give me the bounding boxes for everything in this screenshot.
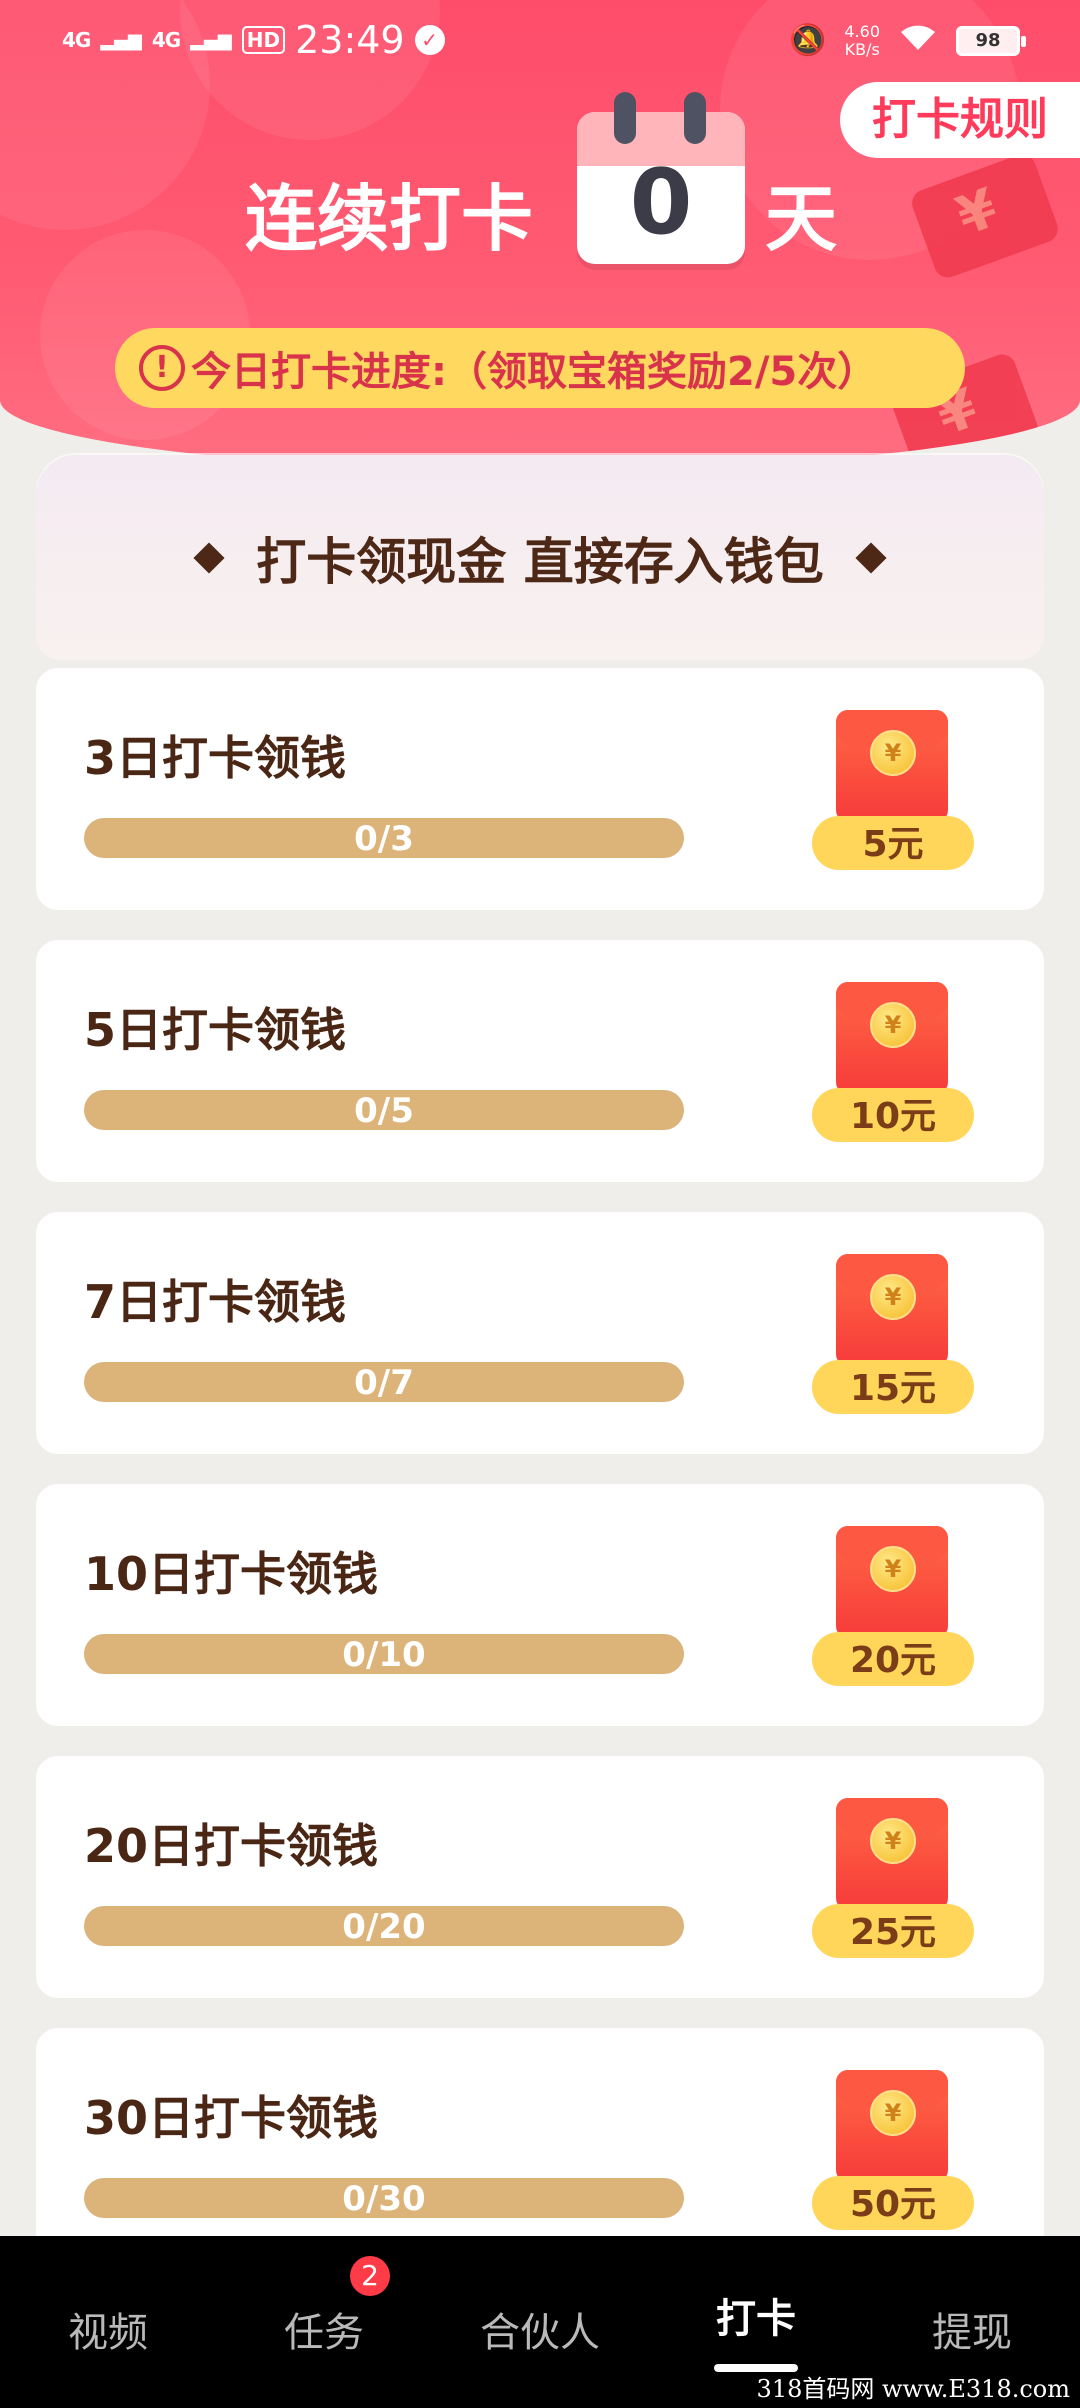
red-envelope-icon[interactable]: ¥ bbox=[836, 1798, 948, 1910]
streak-counter: 连续打卡 0 天 bbox=[0, 92, 1080, 270]
status-time: 23:49 bbox=[295, 18, 405, 62]
reward-progress-text: 0/3 bbox=[354, 819, 414, 859]
yuan-coin-icon: ¥ bbox=[870, 1546, 916, 1592]
yuan-coin-icon: ¥ bbox=[870, 1002, 916, 1048]
banner-text: 打卡领现金 直接存入钱包 bbox=[256, 532, 824, 591]
reward-card-title: 30日打卡领钱 bbox=[84, 2091, 379, 2145]
reward-amount: 10元 bbox=[812, 1088, 974, 1142]
reward-amount: 20元 bbox=[812, 1632, 974, 1686]
red-envelope-icon[interactable]: ¥ bbox=[836, 982, 948, 1094]
net-speed-unit: KB/s bbox=[844, 39, 880, 59]
reward-card[interactable]: 30日打卡领钱 0/30 ¥50元 bbox=[36, 2028, 1044, 2270]
calendar-ring bbox=[614, 92, 636, 144]
reward-progress-bar: 0/5 bbox=[84, 1090, 684, 1131]
signal-bars-icon: ▂▄▆ bbox=[190, 29, 232, 51]
reward-amount: 25元 bbox=[812, 1904, 974, 1958]
reward-card[interactable]: 10日打卡领钱 0/10 ¥20元 bbox=[36, 1484, 1044, 1726]
reward-card-title: 5日打卡领钱 bbox=[84, 1003, 347, 1057]
reward-progress-text: 0/5 bbox=[354, 1091, 414, 1131]
diamond-icon bbox=[855, 541, 887, 574]
cash-banner: 打卡领现金 直接存入钱包 bbox=[36, 455, 1044, 660]
reward-card[interactable]: 3日打卡领钱 0/3 ¥5元 bbox=[36, 668, 1044, 910]
reward-card-title: 7日打卡领钱 bbox=[84, 1275, 347, 1329]
red-envelope-icon[interactable]: ¥ bbox=[836, 1254, 948, 1366]
signal-icon: 4G bbox=[151, 28, 181, 52]
streak-unit: 天 bbox=[765, 177, 838, 261]
net-speed: 4.60 KB/s bbox=[844, 21, 880, 59]
check-circle-icon: ✓ bbox=[414, 25, 445, 55]
streak-label: 连续打卡 bbox=[245, 177, 534, 261]
signal-bars-icon: ▂▄▆ bbox=[100, 29, 142, 51]
red-envelope-icon[interactable]: ¥ bbox=[836, 2070, 948, 2182]
streak-days: 0 bbox=[629, 150, 693, 255]
nav-tab-video[interactable]: 视频 bbox=[28, 2300, 188, 2358]
signal-icon: 4G bbox=[62, 28, 91, 52]
nav-tab-withdraw[interactable]: 提现 bbox=[892, 2300, 1052, 2358]
yuan-coin-icon: ¥ bbox=[870, 1818, 916, 1864]
reward-card[interactable]: 7日打卡领钱 0/7 ¥15元 bbox=[36, 1212, 1044, 1454]
diamond-icon bbox=[193, 541, 225, 574]
battery-icon: 98 bbox=[956, 25, 1026, 56]
reward-progress-bar: 0/20 bbox=[84, 1906, 684, 1947]
reward-progress-bar: 0/7 bbox=[84, 1362, 684, 1403]
reward-card-title: 10日打卡领钱 bbox=[84, 1547, 379, 1601]
yuan-coin-icon: ¥ bbox=[870, 730, 916, 776]
today-progress-text: 今日打卡进度:（领取宝箱奖励2/5次） bbox=[191, 349, 878, 395]
tasks-badge: 2 bbox=[350, 2256, 390, 2296]
red-envelope-icon[interactable]: ¥ bbox=[836, 1526, 948, 1638]
reward-list: 3日打卡领钱 0/3 ¥5元 5日打卡领钱 0/5 ¥10元 7日打卡领钱 0/7 ¥15元 10… bbox=[36, 668, 1044, 2300]
reward-progress-bar: 0/30 bbox=[84, 2178, 684, 2219]
exclamation-icon: ! bbox=[139, 345, 185, 391]
wifi-icon bbox=[898, 20, 938, 61]
red-envelope-icon[interactable]: ¥ bbox=[836, 710, 948, 822]
bottom-nav: 视频 任务 2 合伙人 打卡 提现 318首码网 www.E318.com bbox=[0, 2236, 1080, 2408]
reward-progress-bar: 0/3 bbox=[84, 818, 684, 859]
reward-amount: 15元 bbox=[812, 1360, 974, 1414]
nav-tab-tasks[interactable]: 任务 bbox=[244, 2300, 404, 2358]
calendar-icon: 0 bbox=[577, 112, 745, 264]
status-bar: 4G ▂▄▆ 4G ▂▄▆ HD 23:49 ✓ 🔕 4.60 KB/s 98 bbox=[0, 0, 1080, 80]
yuan-coin-icon: ¥ bbox=[870, 2090, 916, 2136]
reward-card[interactable]: 20日打卡领钱 0/20 ¥25元 bbox=[36, 1756, 1044, 1998]
reward-card-title: 3日打卡领钱 bbox=[84, 731, 347, 785]
nav-tab-checkin[interactable]: 打卡 bbox=[676, 2286, 836, 2344]
reward-progress-bar: 0/10 bbox=[84, 1634, 684, 1675]
reward-card-title: 20日打卡领钱 bbox=[84, 1819, 379, 1873]
nav-tab-partner[interactable]: 合伙人 bbox=[460, 2300, 620, 2358]
hd-icon: HD bbox=[241, 26, 286, 54]
today-progress: ! 今日打卡进度:（领取宝箱奖励2/5次） bbox=[115, 328, 965, 408]
reward-progress-text: 0/20 bbox=[342, 1907, 426, 1947]
reward-card[interactable]: 5日打卡领钱 0/5 ¥10元 bbox=[36, 940, 1044, 1182]
watermark: 318首码网 www.E318.com bbox=[756, 2375, 1070, 2403]
mute-bell-icon: 🔕 bbox=[789, 23, 827, 58]
header: 4G ▂▄▆ 4G ▂▄▆ HD 23:49 ✓ 🔕 4.60 KB/s 98 … bbox=[0, 0, 1080, 470]
reward-amount: 50元 bbox=[812, 2176, 974, 2230]
reward-progress-text: 0/30 bbox=[342, 2179, 426, 2219]
reward-progress-text: 0/10 bbox=[342, 1635, 426, 1675]
reward-amount: 5元 bbox=[812, 816, 974, 870]
net-speed-value: 4.60 bbox=[844, 21, 880, 41]
reward-progress-text: 0/7 bbox=[354, 1363, 414, 1403]
yuan-coin-icon: ¥ bbox=[870, 1274, 916, 1320]
calendar-ring bbox=[684, 92, 706, 144]
